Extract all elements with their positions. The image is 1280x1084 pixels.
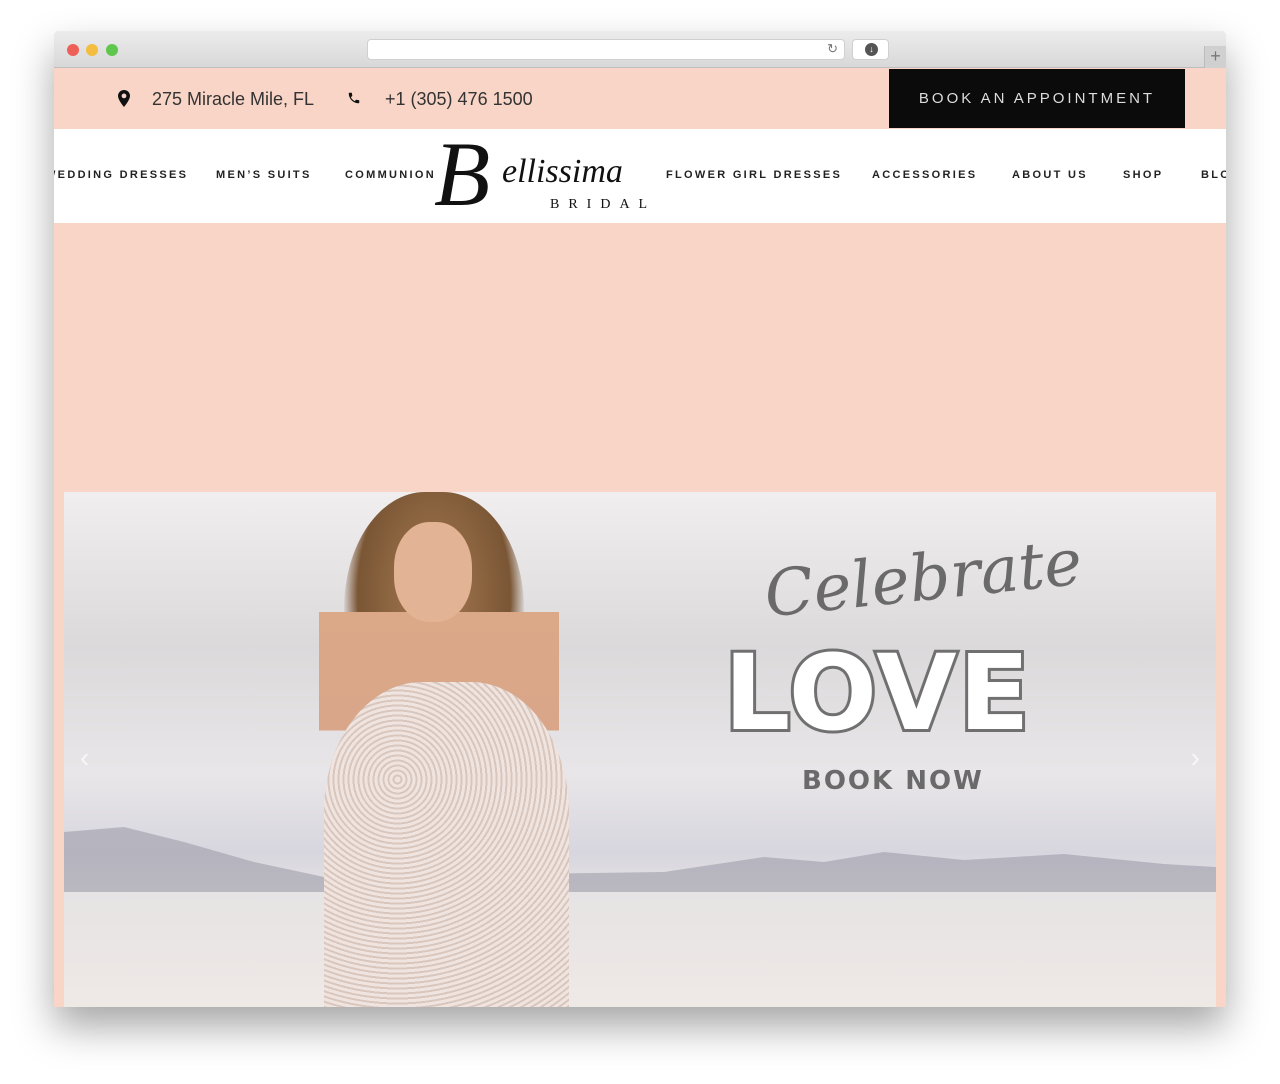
- bellissima-bridal-logo[interactable]: B ellissima BRIDAL: [434, 123, 666, 225]
- store-address: 275 Miracle Mile, FL: [152, 89, 315, 109]
- download-icon: ↓: [865, 43, 878, 56]
- logo-name: ellissima: [502, 153, 623, 190]
- maximize-window-button[interactable]: [106, 44, 118, 56]
- nav-accessories[interactable]: ACCESSORIES: [872, 169, 977, 181]
- mountains-image: [64, 827, 1216, 892]
- phone-number[interactable]: +1 (305) 476 1500: [385, 89, 533, 110]
- hero-slider[interactable]: Celebrate LOVE BOOK NOW ‹ ›: [64, 492, 1216, 1007]
- nav-shop[interactable]: SHOP: [1123, 169, 1163, 181]
- map-pin-icon: [118, 90, 130, 107]
- nav-blog[interactable]: BLOG: [1201, 169, 1226, 181]
- nav-flower-girl-dresses[interactable]: FLOWER GIRL DRESSES: [666, 169, 842, 181]
- nav-about-us[interactable]: ABOUT US: [1012, 169, 1088, 181]
- logo-subtitle: BRIDAL: [550, 197, 657, 212]
- phone-icon: [348, 92, 360, 104]
- hero-script-text: Celebrate: [761, 525, 1086, 633]
- close-window-button[interactable]: [67, 44, 79, 56]
- reload-icon[interactable]: ↻: [827, 41, 838, 57]
- minimize-window-button[interactable]: [86, 44, 98, 56]
- new-tab-button[interactable]: +: [1204, 46, 1226, 68]
- slider-next-arrow-icon[interactable]: ›: [1191, 742, 1200, 774]
- book-appointment-button[interactable]: BOOK AN APPOINTMENT: [889, 69, 1185, 128]
- contact-bar: 275 Miracle Mile, FL +1 (305) 476 1500 B…: [54, 69, 1226, 129]
- browser-toolbar: ↻ ↓ +: [54, 31, 1226, 68]
- browser-window: ↻ ↓ + 275 Miracle Mile, FL +1 (305) 476 …: [54, 31, 1226, 1007]
- download-button[interactable]: ↓: [852, 39, 889, 60]
- hero-headline: LOVE: [721, 629, 1033, 757]
- slider-prev-arrow-icon[interactable]: ‹: [80, 742, 89, 774]
- model-photo: [264, 492, 624, 1007]
- address-bar[interactable]: ↻: [367, 39, 845, 60]
- nav-wedding-dresses[interactable]: WEDDING DRESSES: [54, 169, 188, 181]
- nav-mens-suits[interactable]: MEN’S SUITS: [216, 169, 312, 181]
- book-now-link[interactable]: BOOK NOW: [802, 766, 984, 796]
- nav-communion[interactable]: COMMUNION: [345, 169, 436, 181]
- main-navigation: WEDDING DRESSES MEN’S SUITS COMMUNION B …: [54, 123, 1226, 225]
- logo-initial: B: [434, 123, 491, 225]
